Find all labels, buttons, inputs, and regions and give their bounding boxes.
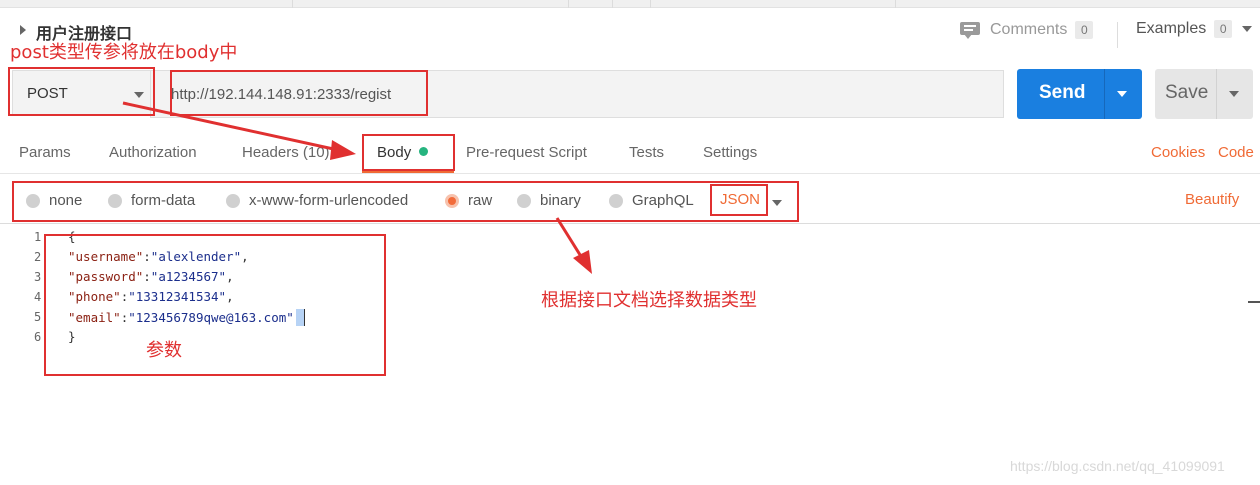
beautify-link[interactable]: Beautify [1185, 191, 1239, 208]
highlight-box-method [8, 67, 155, 116]
tab-params[interactable]: Params [19, 144, 71, 161]
comments-button[interactable]: Comments 0 [960, 20, 1094, 40]
editor-scroll-marker [1248, 301, 1260, 303]
save-button[interactable]: Save [1155, 69, 1253, 119]
highlight-box-url [170, 70, 428, 116]
highlight-box-params [44, 234, 386, 376]
save-separator [1216, 69, 1217, 119]
tab-strip-divider [895, 0, 896, 8]
examples-count-badge: 0 [1214, 20, 1233, 38]
comments-count-badge: 0 [1075, 21, 1094, 39]
cookies-link[interactable]: Cookies [1151, 144, 1205, 161]
line-number: 6 [34, 330, 42, 344]
tab-tests[interactable]: Tests [629, 144, 664, 161]
header-divider [1117, 22, 1118, 48]
tab-strip-divider [650, 0, 651, 8]
tab-settings[interactable]: Settings [703, 144, 757, 161]
highlight-box-json [710, 184, 768, 216]
chevron-down-icon[interactable] [1229, 91, 1239, 97]
annotation-post-note: post类型传参将放在body中 [10, 42, 238, 63]
annotation-choose-note: 根据接口文档选择数据类型 [541, 290, 757, 311]
line-number: 1 [34, 230, 42, 244]
line-number: 3 [34, 270, 42, 284]
send-button[interactable]: Send [1017, 69, 1142, 119]
send-separator [1104, 69, 1105, 119]
caret-right-icon[interactable] [20, 25, 26, 35]
comments-label: Comments [990, 21, 1068, 38]
tab-pre-request-script[interactable]: Pre-request Script [466, 144, 587, 161]
examples-dropdown[interactable]: Examples 0 [1136, 20, 1253, 38]
send-label: Send [1039, 82, 1086, 103]
watermark: https://blog.csdn.net/qq_41099091 [1010, 458, 1225, 474]
chevron-down-icon[interactable] [1117, 91, 1127, 97]
comment-icon [960, 22, 980, 39]
highlight-box-body-types [12, 181, 799, 222]
examples-label: Examples [1136, 20, 1207, 37]
highlight-box-body-tab [362, 134, 455, 171]
line-number: 5 [34, 310, 42, 324]
tab-headers[interactable]: Headers (10) [242, 144, 330, 161]
tab-strip [0, 0, 1260, 8]
tab-authorization[interactable]: Authorization [109, 144, 197, 161]
tab-strip-divider [568, 0, 569, 8]
line-number: 4 [34, 290, 42, 304]
tab-strip-divider [292, 0, 293, 8]
save-label: Save [1165, 82, 1209, 103]
line-number: 2 [34, 250, 42, 264]
code-link[interactable]: Code [1218, 144, 1254, 161]
chevron-down-icon [1242, 26, 1253, 32]
tab-strip-divider [612, 0, 613, 8]
request-tabs: Params Authorization Headers (10) Body P… [0, 132, 1260, 174]
